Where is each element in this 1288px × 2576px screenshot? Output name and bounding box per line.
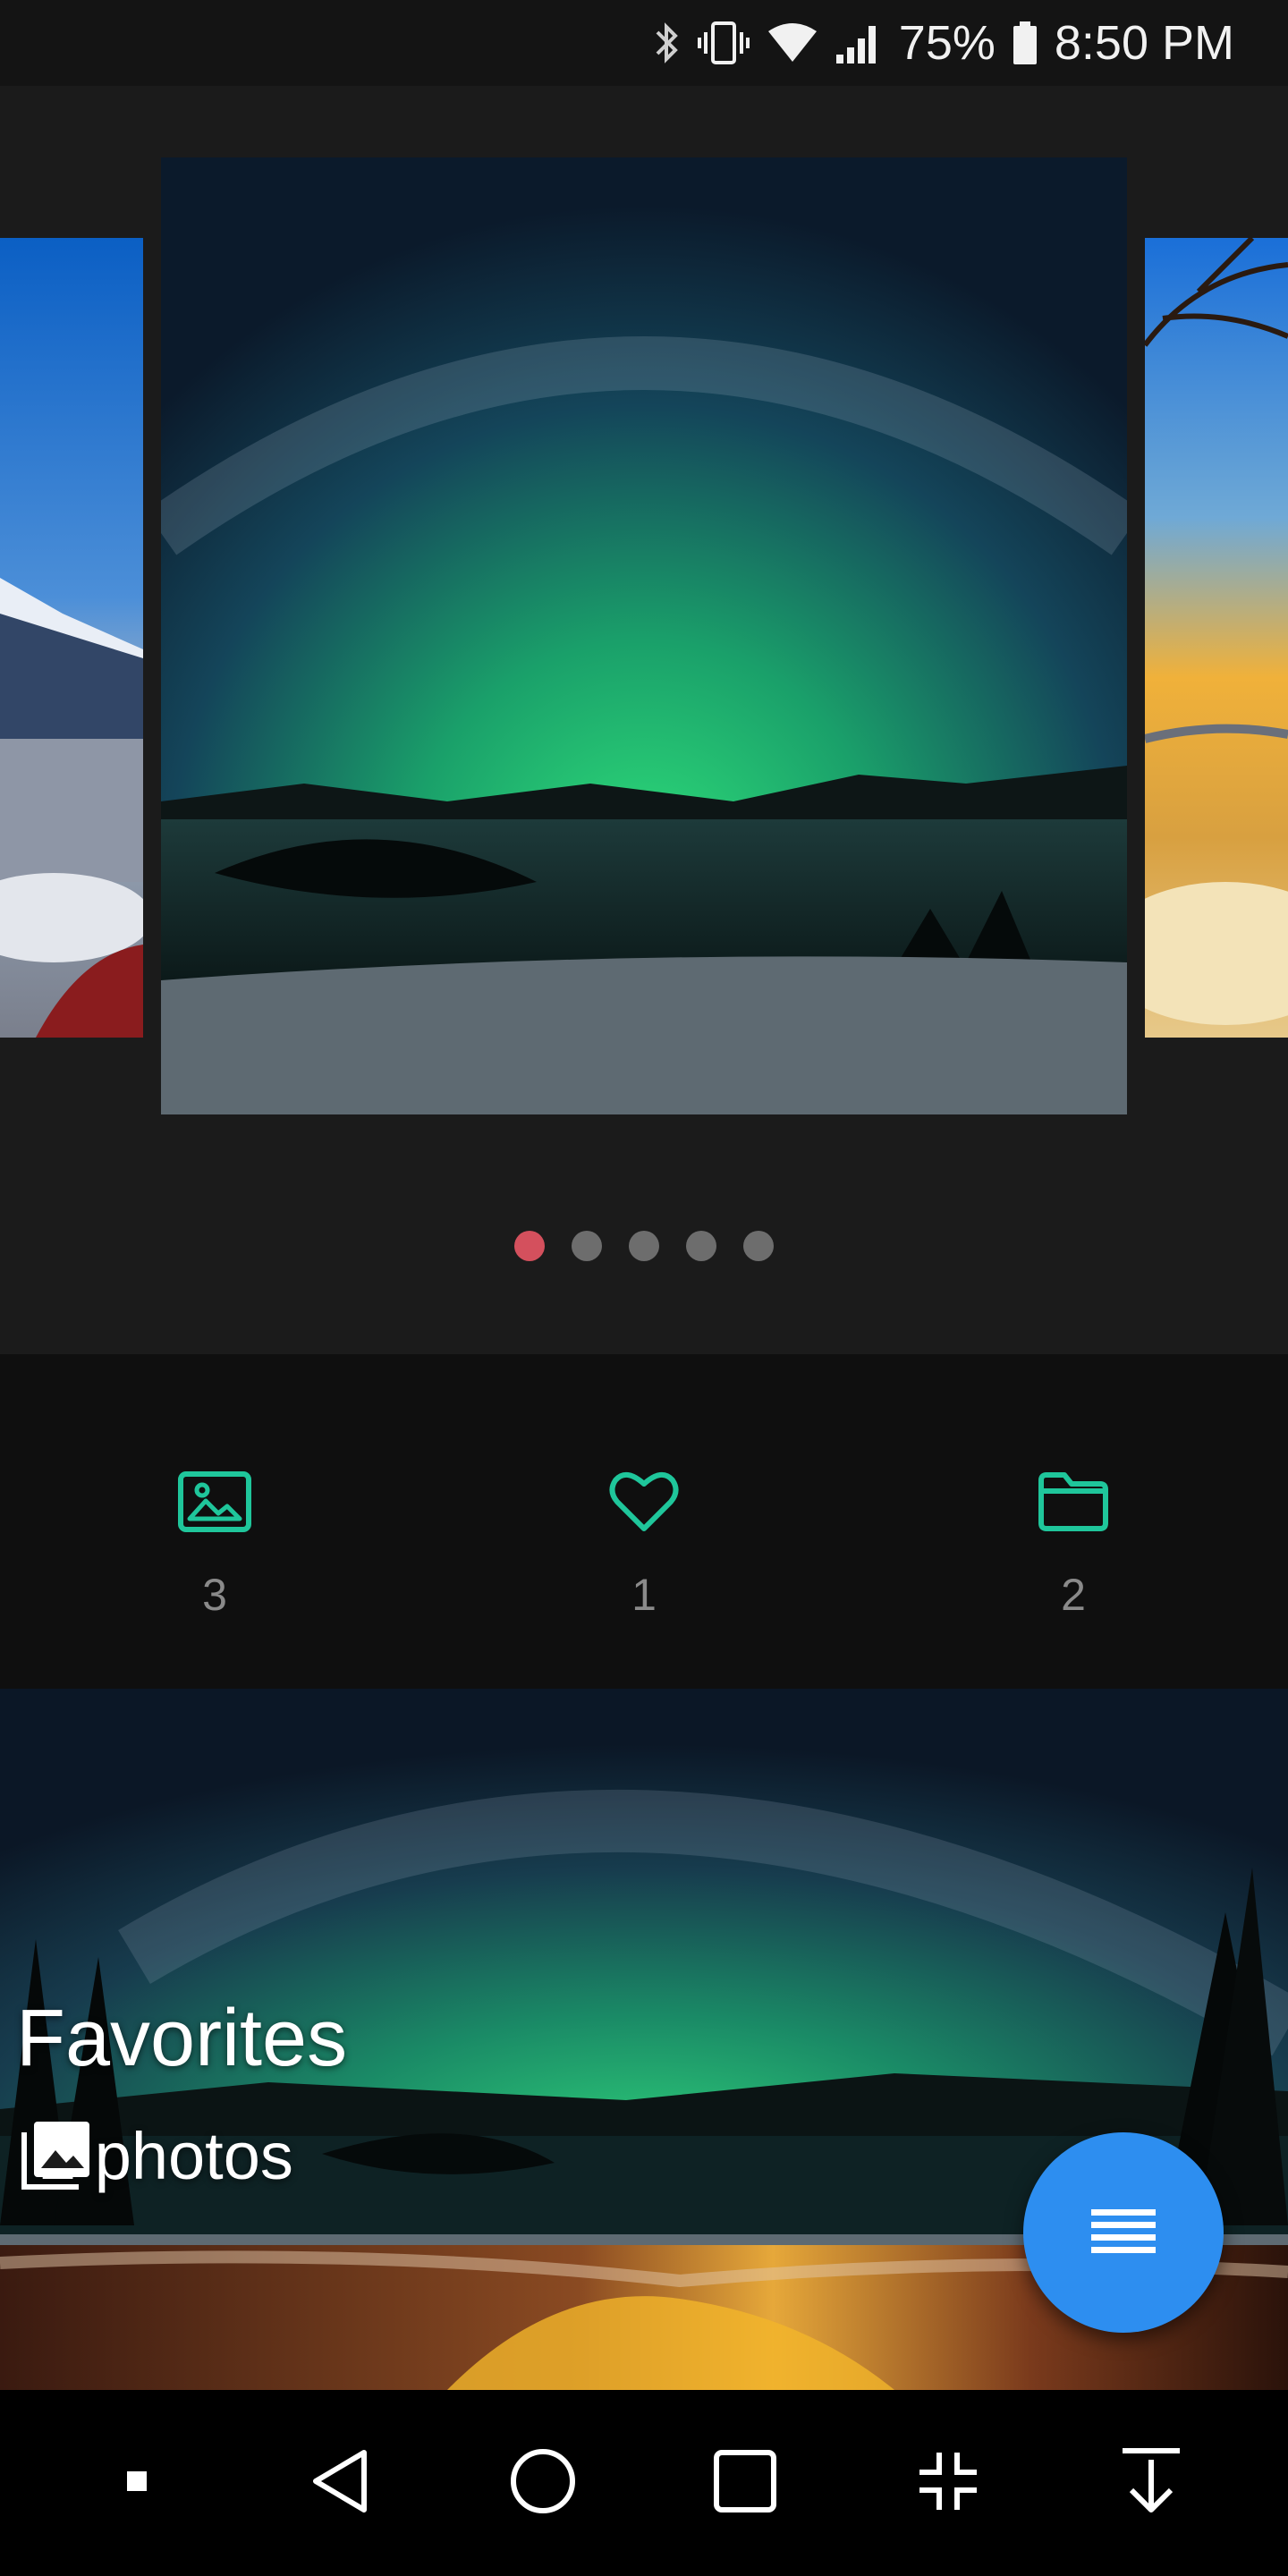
notification-pull-icon [1119,2447,1183,2520]
page-dot[interactable] [514,1231,545,1261]
home-icon [509,2447,577,2520]
album-photo-count: 2 photos [18,2118,293,2194]
wifi-icon [767,16,818,70]
photo-carousel[interactable] [0,86,1288,1354]
carousel-slide-next[interactable] [1145,238,1288,1038]
recents-button[interactable] [682,2420,808,2546]
album-title: Favorites [16,1994,348,2083]
menu-fab-button[interactable] [1023,2132,1224,2333]
signal-icon [835,16,883,70]
battery-percent: 75% [898,16,996,70]
carousel-slide-previous[interactable] [0,238,143,1038]
bluetooth-icon [654,16,681,70]
minimize-button[interactable] [886,2420,1011,2546]
favorites-count: 1 [631,1570,657,1620]
page-dot[interactable] [572,1231,602,1261]
back-button[interactable] [277,2420,402,2546]
menu-icon [1089,2206,1157,2260]
home-button[interactable] [480,2420,606,2546]
stat-albums[interactable]: 2 [966,1462,1181,1621]
status-bar: 75% 8:50 PM [0,0,1288,86]
carousel-slide-current[interactable] [161,157,1127,1114]
notification-pull-button[interactable] [1089,2420,1214,2546]
page-dot[interactable] [743,1231,774,1261]
page-dot[interactable] [629,1231,659,1261]
back-icon [309,2447,371,2520]
image-icon [107,1462,322,1542]
page-dot[interactable] [686,1231,716,1261]
albums-count: 2 [1061,1570,1086,1620]
carousel-page-indicator [0,1231,1288,1261]
vibrate-icon [697,16,750,70]
battery-icon [1012,16,1038,70]
stat-photos[interactable]: 3 [107,1462,322,1621]
photos-count: 3 [202,1570,227,1620]
heart-icon [537,1462,751,1542]
square-dot-icon [125,2470,148,2497]
minimize-icon [916,2449,980,2518]
recents-icon [713,2449,777,2518]
library-stats: 3 1 2 [0,1354,1288,1689]
stat-favorites[interactable]: 1 [537,1462,751,1621]
folder-icon [966,1462,1181,1542]
clock: 8:50 PM [1054,16,1234,70]
square-dot-button[interactable] [74,2420,199,2546]
system-navigation-bar [0,2390,1288,2576]
